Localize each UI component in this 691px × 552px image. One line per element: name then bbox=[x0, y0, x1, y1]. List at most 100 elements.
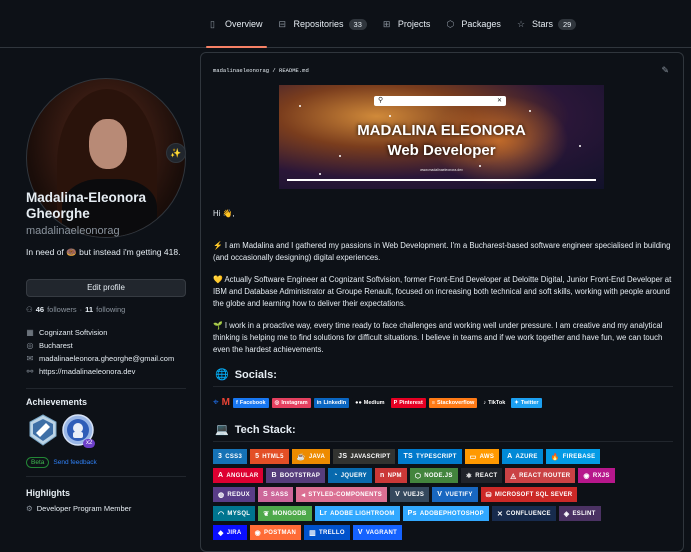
beta-label: Beta bbox=[26, 457, 50, 468]
tech-badge-label: BOOTSTRAP bbox=[279, 472, 321, 479]
tech-badge-css3[interactable]: 3 CSS3 bbox=[213, 449, 248, 464]
tab-stars[interactable]: ☆ Stars 29 bbox=[517, 14, 577, 34]
tech-badge-bootstrap[interactable]: B BOOTSTRAP bbox=[266, 468, 326, 483]
social-badge-medium[interactable]: ●● Medium bbox=[352, 397, 388, 408]
send-feedback-link[interactable]: Send feedback bbox=[53, 459, 96, 466]
tech-badge-vuetify[interactable]: V VUETIFY bbox=[432, 487, 478, 502]
tech-badge-typescript[interactable]: TS TYPESCRIPT bbox=[398, 449, 462, 464]
vuetify-icon: V bbox=[437, 491, 443, 498]
tech-badge-postman[interactable]: ◉ POSTMAN bbox=[249, 525, 302, 540]
social-badge-instagram[interactable]: ◎ Instagram bbox=[271, 397, 311, 408]
tab-overview[interactable]: ▯ Overview bbox=[206, 14, 266, 48]
followers-label[interactable]: followers bbox=[47, 305, 77, 314]
star-decor bbox=[389, 115, 391, 117]
email-link[interactable]: madalinaeleonora.gheorghe@gmail.com bbox=[39, 354, 174, 363]
social-badge-linkedin[interactable]: in LinkedIn bbox=[313, 397, 350, 408]
gmail-icon[interactable]: M bbox=[222, 397, 230, 408]
tech-badge-adobephotoshop[interactable]: Ps ADOBEPHOTOSHOP bbox=[402, 506, 489, 521]
dev-community-icon[interactable]: ⌖ bbox=[213, 397, 219, 408]
social-badge-pinterest[interactable]: P Pinterest bbox=[390, 397, 426, 408]
tech-badge-vagrant[interactable]: V VAGRANT bbox=[352, 525, 403, 540]
following-count[interactable]: 11 bbox=[85, 305, 93, 314]
tech-badge-html5[interactable]: 5 HTML5 bbox=[250, 449, 289, 464]
social-badge-tiktok[interactable]: ♪ TikTok bbox=[480, 397, 509, 408]
tech-badge-npm[interactable]: n NPM bbox=[375, 468, 407, 483]
tech-badge-rxjs[interactable]: ◉ RXJS bbox=[578, 468, 615, 483]
stars-count: 29 bbox=[557, 18, 577, 30]
status-emoji-button[interactable]: ✨ bbox=[166, 143, 186, 163]
tech-badge-sass[interactable]: S SASS bbox=[257, 487, 294, 502]
aws-icon: ▭ bbox=[469, 453, 477, 461]
edit-profile-button[interactable]: Edit profile bbox=[26, 279, 186, 297]
star-decor bbox=[479, 165, 481, 167]
tab-label: Overview bbox=[225, 19, 263, 29]
socials-heading: 🌐 Socials: bbox=[215, 368, 277, 382]
cpu-icon: ⚙ bbox=[26, 504, 33, 513]
tech-badge-adobe-lightroom[interactable]: Lr ADOBE LIGHTROOM bbox=[314, 506, 400, 521]
tech-row: A ANGULAR B BOOTSTRAP ◔ JQUERY n NPM ⬡ NODE.JS ⚛ RE… bbox=[213, 468, 675, 483]
followers-count[interactable]: 46 bbox=[36, 305, 44, 314]
tech-badge-firebase[interactable]: 🔥 FIREBASE bbox=[545, 449, 601, 464]
tech-badge-eslint[interactable]: ◈ ESLINT bbox=[558, 506, 601, 521]
star-decor bbox=[529, 110, 531, 112]
tech-badge-mysql[interactable]: ◠ MYSQL bbox=[213, 506, 256, 521]
tech-badge-aws[interactable]: ▭ AWS bbox=[464, 449, 500, 464]
tech-badge-label: TRELLO bbox=[319, 529, 345, 536]
company: Cognizant Softvision bbox=[39, 328, 108, 337]
social-badge-label: Facebook bbox=[239, 399, 266, 406]
social-badge-label: Pinterest bbox=[399, 399, 423, 406]
bootstrap-icon: B bbox=[271, 472, 277, 479]
star-decor bbox=[299, 105, 301, 107]
tech-badge-label: RXJS bbox=[592, 472, 610, 479]
tech-badge-jira[interactable]: ◆ JIRA bbox=[213, 525, 247, 540]
tech-badge-azure[interactable]: A AZURE bbox=[502, 449, 543, 464]
tech-badge-trello[interactable]: ▥ TRELLO bbox=[304, 525, 350, 540]
achievements-title[interactable]: Achievements bbox=[26, 397, 87, 407]
profile-nav: ▯ Overview ⊟ Repositories 33 ⊞ Projects … bbox=[0, 0, 691, 48]
html5-icon: 5 bbox=[255, 453, 260, 460]
tech-badge-angular[interactable]: A ANGULAR bbox=[213, 468, 264, 483]
intro-paragraph: ⚡ I am Madalina and I gathered my passio… bbox=[213, 241, 671, 262]
highlights-title: Highlights bbox=[26, 488, 70, 498]
tech-badge-microsoft-sql-sever[interactable]: ⛁ MICROSOFT SQL SEVER bbox=[480, 487, 578, 502]
social-badge-stackoverflow[interactable]: ≡ Stackoverflow bbox=[428, 397, 478, 408]
tech-badge-vuejs[interactable]: V VUEJS bbox=[390, 487, 430, 502]
tab-packages[interactable]: ⬡ Packages bbox=[446, 14, 501, 34]
social-badge-twitter[interactable]: ✦ Twitter bbox=[511, 397, 542, 408]
following-label[interactable]: following bbox=[96, 305, 125, 314]
banner-subtitle: Web Developer bbox=[387, 142, 496, 159]
readme-card: madalinaeleonorag / README.md ✎ ⚲ ✕ MADA… bbox=[200, 52, 684, 552]
social-badge-facebook[interactable]: f Facebook bbox=[232, 397, 269, 408]
social-badge-label: TikTok bbox=[488, 399, 506, 406]
tech-badge-node-js[interactable]: ⬡ NODE.JS bbox=[409, 468, 458, 483]
twitter-icon: ✦ bbox=[514, 399, 519, 406]
readme-path-user[interactable]: madalinaeleonorag bbox=[213, 67, 269, 74]
pencil-icon[interactable]: ✎ bbox=[661, 65, 669, 76]
tech-badge-java[interactable]: ☕ JAVA bbox=[291, 449, 331, 464]
tech-badge-react-router[interactable]: ◬ REACT ROUTER bbox=[505, 468, 576, 483]
tab-repositories[interactable]: ⊟ Repositories 33 bbox=[279, 14, 367, 34]
email-row: ✉ madalinaeleonora.gheorghe@gmail.com bbox=[26, 352, 191, 365]
tech-badge-label: REDUX bbox=[227, 491, 250, 498]
laptop-icon: 💻 bbox=[215, 424, 229, 436]
readme-path-file[interactable]: README.md bbox=[279, 67, 309, 74]
readme-path: madalinaeleonorag / README.md bbox=[213, 67, 309, 74]
highlight-label: Developer Program Member bbox=[36, 504, 132, 513]
website-link[interactable]: https://madalinaeleonora.dev bbox=[39, 367, 135, 376]
tech-badge-javascript[interactable]: JS JAVASCRIPT bbox=[333, 449, 396, 464]
vagrant-icon: V bbox=[357, 529, 363, 536]
jquery-icon: ◔ bbox=[333, 472, 338, 479]
tech-badge-confluence[interactable]: ✕ CONFLUENCE bbox=[491, 506, 556, 521]
javascript-icon: JS bbox=[338, 453, 348, 460]
tech-badge-mongodb[interactable]: ❦ MONGODB bbox=[258, 506, 312, 521]
tech-badge-styled-components[interactable]: ◂ STYLED-COMPONENTS bbox=[296, 487, 388, 502]
workstyle-paragraph: 🌱 I work in a proactive way, every time … bbox=[213, 321, 663, 354]
tech-badge-react[interactable]: ⚛ REACT bbox=[460, 468, 503, 483]
tech-badge-label: AWS bbox=[479, 453, 495, 460]
tech-badge-redux[interactable]: ◍ REDUX bbox=[213, 487, 255, 502]
avatar-face bbox=[89, 119, 127, 169]
tech-badge-jquery[interactable]: ◔ JQUERY bbox=[328, 468, 372, 483]
facebook-icon: f bbox=[235, 399, 238, 406]
tab-projects[interactable]: ⊞ Projects bbox=[383, 14, 431, 34]
achievement-badge-1[interactable] bbox=[28, 414, 58, 446]
